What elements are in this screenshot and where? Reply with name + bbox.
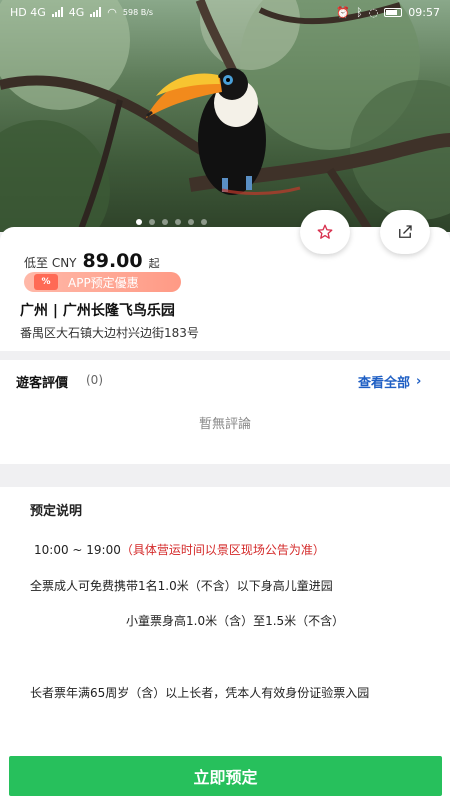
bluetooth-icon: ᛒ: [356, 5, 363, 19]
child-policy: 全票成人可免费携带1名1.0米（不含）以下身高儿童进园: [30, 579, 333, 593]
carrier-label: HD 4G: [10, 5, 46, 19]
opening-hours: 10:00 ~ 19:00（具体营运时间以景区现场公告为准）: [34, 541, 325, 558]
signal-icon-2: [90, 7, 102, 17]
reviews-title: 遊客評價: [16, 376, 69, 391]
booking-notes-title: 预定说明: [30, 504, 83, 519]
book-now-button[interactable]: 立即预定: [9, 756, 442, 796]
park-name: 广州 | 广州长隆飞鸟乐园: [20, 303, 175, 319]
wifi-icon: ◠: [107, 5, 117, 19]
senior-ticket-policy: 长者票年满65周岁（含）以上长者，凭本人有效身份证验票入园: [30, 686, 370, 700]
carousel-dot[interactable]: [136, 219, 142, 225]
clock: 09:57: [408, 5, 440, 19]
reviews-empty-text: 暫無評論: [198, 417, 251, 432]
view-all-label: 查看全部: [358, 376, 411, 391]
carousel-dot[interactable]: [175, 219, 181, 225]
child-ticket-policy: 小童票身高1.0米（含）至1.5米（不含）: [126, 614, 345, 628]
booking-notes-card: [0, 487, 450, 800]
toucan-photo: [0, 0, 450, 232]
chevron-right-icon: ›: [416, 374, 422, 389]
carousel-indicator: [136, 219, 207, 225]
view-all-reviews-link[interactable]: 查看全部 ›: [358, 372, 421, 391]
price-value: 89.00: [82, 250, 143, 272]
promo-label: APP预定優惠: [68, 275, 139, 290]
reviews-count: (0): [86, 373, 103, 387]
carousel-dot[interactable]: [201, 219, 207, 225]
app-promo-badge: % APP预定優惠: [24, 272, 181, 292]
opening-hours-hint: （具体营运时间以景区现场公告为准）: [120, 543, 325, 557]
share-icon: [399, 225, 412, 238]
network-label: 4G: [68, 5, 85, 19]
favorite-button[interactable]: [300, 210, 350, 254]
share-button[interactable]: [380, 210, 430, 254]
price-suffix: 起: [148, 257, 160, 270]
battery-icon: [384, 7, 403, 17]
price-prefix: 低至 CNY: [24, 256, 77, 270]
opening-hours-time: 10:00 ~ 19:00: [34, 543, 121, 557]
carousel-dot[interactable]: [149, 219, 155, 225]
status-bar: HD 4G 4G ◠ 598 B/s ⏰ ᛒ ◌ 09:57: [0, 0, 450, 24]
discount-icon: %: [34, 274, 58, 290]
mute-icon: ◌: [368, 5, 379, 19]
star-outline-icon: [317, 224, 333, 239]
hero-image[interactable]: HD 4G 4G ◠ 598 B/s ⏰ ᛒ ◌ 09:57: [0, 0, 450, 232]
network-speed: 598 B/s: [122, 7, 154, 17]
park-address[interactable]: 番禺区大石镇大边村兴边街183号: [20, 324, 199, 341]
signal-icon: [51, 7, 63, 17]
alarm-icon: ⏰: [336, 5, 351, 19]
carousel-dot[interactable]: [188, 219, 194, 225]
carousel-dot[interactable]: [162, 219, 168, 225]
price-row: 低至 CNY 89.00 起: [24, 250, 160, 272]
